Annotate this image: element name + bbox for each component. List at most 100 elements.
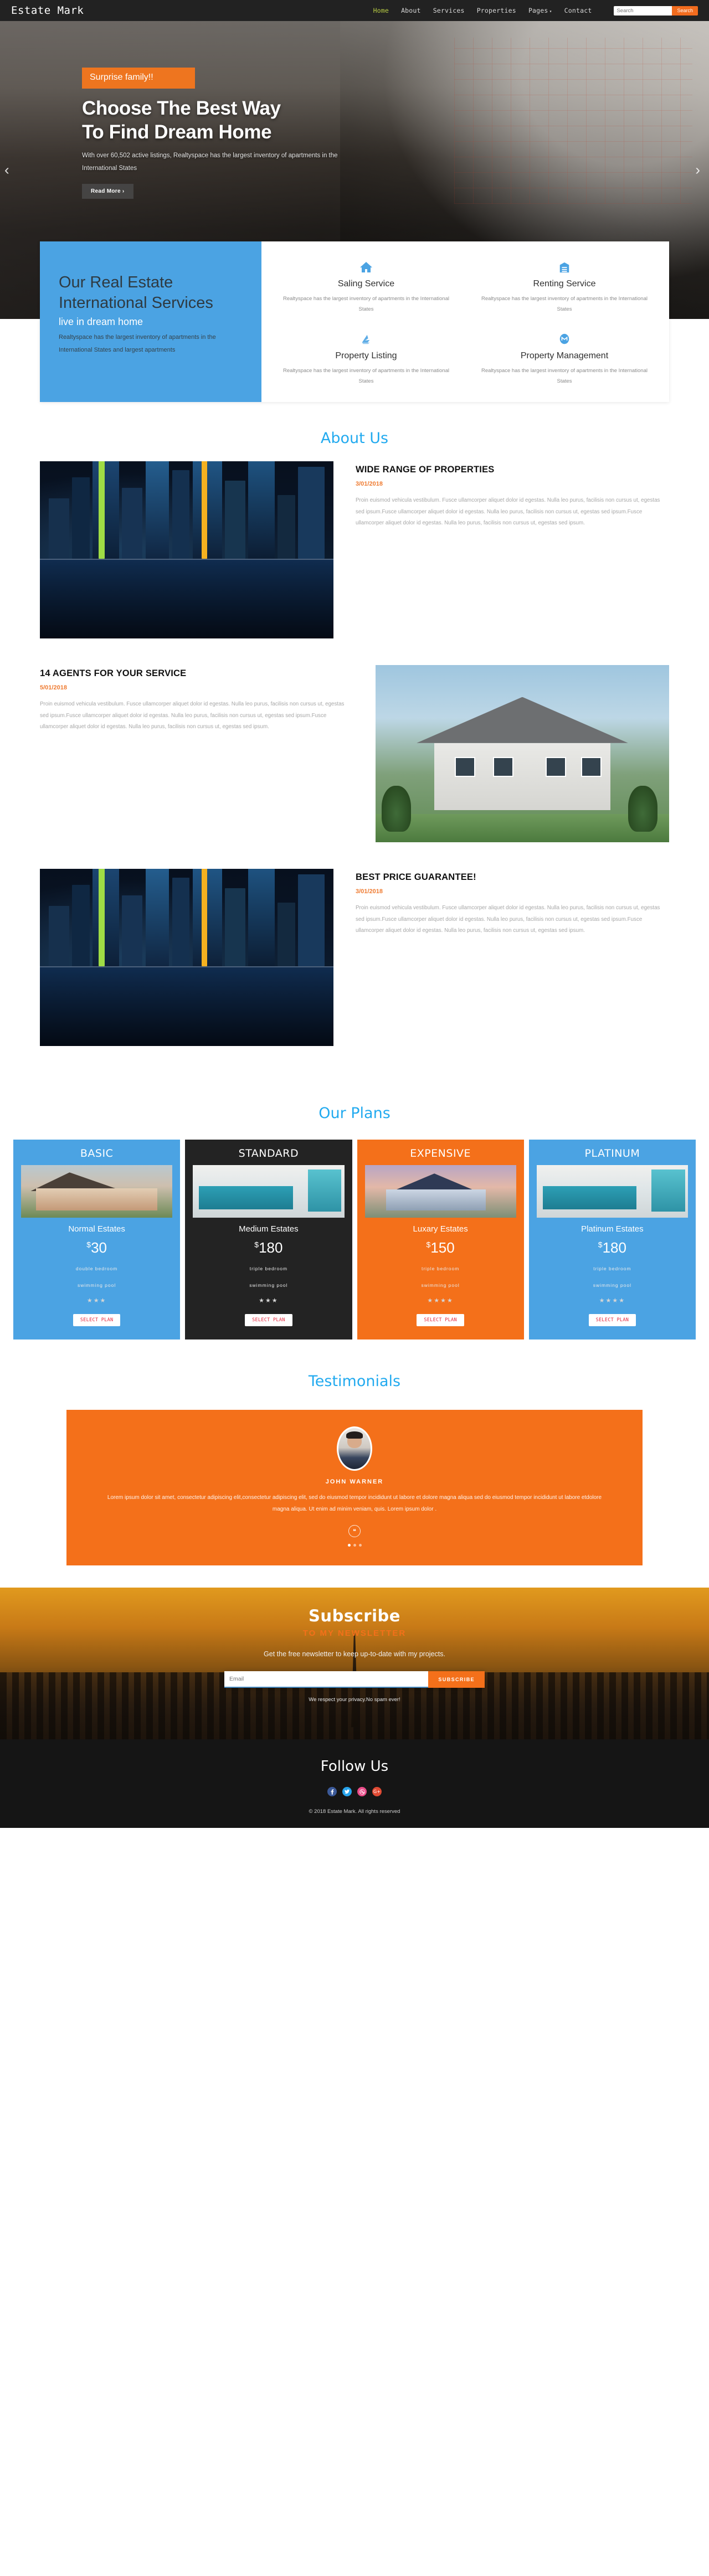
- service-text: Realtyspace has the largest inventory of…: [481, 296, 648, 312]
- plan-subtitle: Luxary Estates: [413, 1224, 468, 1234]
- hero-read-more-button[interactable]: Read More ›: [82, 184, 133, 199]
- pagination-dot[interactable]: [353, 1544, 356, 1547]
- about-section-title: About Us: [320, 430, 389, 447]
- plan-feature-2: swimming pool: [78, 1282, 116, 1288]
- dribbble-icon[interactable]: [357, 1787, 367, 1796]
- service-title: Property Management: [520, 351, 609, 360]
- plan-feature-1: triple bedroom: [421, 1266, 460, 1271]
- tree: [381, 785, 411, 832]
- building: [248, 869, 275, 966]
- plan-star-rating: ★★★: [86, 1297, 107, 1304]
- footer: Follow Us G+ © 2018 Estate Mark. All rig…: [0, 1739, 709, 1828]
- nav-links: Home About Services Properties Pages ▾ Co…: [373, 6, 698, 16]
- service-card-saling[interactable]: Saling Service Realtyspace has the large…: [267, 256, 465, 318]
- water-reflection: [40, 966, 333, 1046]
- search-input[interactable]: [614, 6, 672, 16]
- hero-next-arrow[interactable]: ›: [695, 162, 700, 179]
- service-card-listing[interactable]: Property Listing Realtyspace has the lar…: [267, 328, 465, 390]
- footer-title: Follow Us: [320, 1758, 389, 1775]
- select-plan-button[interactable]: SELECT PLAN: [417, 1314, 464, 1326]
- about-article-2: 14 AGENTS FOR YOUR SERVICE 5/01/2018 Pro…: [40, 665, 669, 842]
- pagination-dot[interactable]: [358, 1544, 362, 1547]
- nav-item-pages-label: Pages: [528, 7, 548, 14]
- select-plan-button[interactable]: SELECT PLAN: [588, 1314, 636, 1326]
- tree: [628, 785, 657, 832]
- about-article-1: WIDE RANGE OF PROPERTIES 3/01/2018 Proin…: [40, 461, 669, 638]
- services-subheading: live in dream home: [59, 316, 143, 328]
- plan-card-platinum[interactable]: PLATINUM Platinum Estates $180 triple be…: [528, 1140, 696, 1339]
- hero-content: Surprise family!! Choose The Best Way To…: [0, 21, 709, 199]
- building: [192, 461, 222, 559]
- plan-subtitle: Normal Estates: [68, 1224, 125, 1234]
- building: [278, 494, 296, 559]
- google-plus-icon[interactable]: G+: [372, 1787, 382, 1796]
- plan-price: $180: [193, 1240, 344, 1255]
- building: [72, 884, 90, 966]
- nav-item-services[interactable]: Services: [433, 7, 465, 14]
- nav-item-about[interactable]: About: [401, 7, 421, 14]
- article-text-3: BEST PRICE GUARANTEE! 3/01/2018 Proin eu…: [356, 869, 669, 937]
- building: [48, 498, 69, 559]
- accent-light: [201, 461, 208, 559]
- plan-subtitle: Medium Estates: [239, 1224, 299, 1234]
- building: [248, 461, 275, 559]
- nav-item-contact[interactable]: Contact: [564, 7, 592, 14]
- window: [581, 757, 602, 777]
- plan-feature-2: swimming pool: [593, 1282, 631, 1288]
- article-title: 14 AGENTS FOR YOUR SERVICE: [40, 668, 187, 678]
- article-image-city: [40, 461, 333, 638]
- services-panel: Our Real Estate International Services l…: [0, 241, 709, 402]
- plan-card-standard[interactable]: STANDARD Medium Estates $180 triple bedr…: [185, 1140, 352, 1339]
- accent-light: [201, 869, 208, 966]
- twitter-icon[interactable]: [342, 1787, 352, 1796]
- building: [224, 481, 245, 559]
- subscribe-button[interactable]: SUBSCRIBE: [428, 1671, 485, 1688]
- services-row: Our Real Estate International Services l…: [40, 241, 669, 402]
- subscribe-description: Get the free newsletter to keep up-to-da…: [264, 1650, 445, 1658]
- building-icon: [477, 259, 651, 276]
- plan-card-expensive[interactable]: EXPENSIVE Luxary Estates $150 triple bed…: [357, 1140, 524, 1339]
- brand-logo[interactable]: Estate Mark: [11, 4, 84, 17]
- hero-badge: Surprise family!!: [82, 68, 195, 89]
- hero-prev-arrow[interactable]: ‹: [4, 162, 9, 179]
- plan-name: STANDARD: [238, 1147, 299, 1160]
- select-plan-button[interactable]: SELECT PLAN: [245, 1314, 292, 1326]
- building: [122, 895, 143, 966]
- email-input[interactable]: [224, 1671, 429, 1688]
- plan-feature-1: double bedroom: [75, 1266, 118, 1271]
- pagination-dot[interactable]: [347, 1544, 351, 1547]
- nav-item-pages[interactable]: Pages ▾: [528, 7, 552, 14]
- article-text-1: WIDE RANGE OF PROPERTIES 3/01/2018 Proin…: [356, 461, 669, 529]
- horizon-line: [40, 559, 333, 560]
- plan-feature-2: swimming pool: [421, 1282, 460, 1288]
- about-article-3: BEST PRICE GUARANTEE! 3/01/2018 Proin eu…: [40, 869, 669, 1046]
- window: [493, 757, 514, 777]
- management-icon: [477, 331, 651, 348]
- building: [122, 488, 143, 559]
- building: [278, 902, 296, 966]
- subscribe-form: SUBSCRIBE: [224, 1671, 485, 1688]
- article-body: Proin euismod vehicula vestibulum. Fusce…: [40, 701, 345, 730]
- price-value: 30: [91, 1239, 107, 1256]
- facebook-icon[interactable]: [327, 1787, 337, 1796]
- service-card-management[interactable]: Property Management Realtyspace has the …: [465, 328, 664, 390]
- building: [145, 461, 169, 559]
- building: [72, 477, 90, 559]
- horizon-line: [40, 966, 333, 967]
- plan-price: $30: [21, 1240, 172, 1255]
- search-button[interactable]: Search: [672, 6, 698, 16]
- article-title: BEST PRICE GUARANTEE!: [356, 872, 476, 882]
- lawn: [376, 813, 669, 842]
- service-text: Realtyspace has the largest inventory of…: [283, 296, 449, 312]
- plan-name: BASIC: [80, 1147, 114, 1160]
- nav-item-properties[interactable]: Properties: [477, 7, 516, 14]
- service-card-renting[interactable]: Renting Service Realtyspace has the larg…: [465, 256, 664, 318]
- plan-card-basic[interactable]: BASIC Normal Estates $30 double bedroom …: [13, 1140, 181, 1339]
- plans-section: BASIC Normal Estates $30 double bedroom …: [0, 1140, 709, 1339]
- select-plan-button[interactable]: SELECT PLAN: [73, 1314, 121, 1326]
- house-body: [434, 743, 610, 811]
- building: [224, 888, 245, 966]
- subscribe-subtitle: TO MY NEWSLETTER: [302, 1629, 407, 1638]
- privacy-note: We respect your privacy.No spam ever!: [309, 1697, 400, 1703]
- nav-item-home[interactable]: Home: [373, 7, 389, 14]
